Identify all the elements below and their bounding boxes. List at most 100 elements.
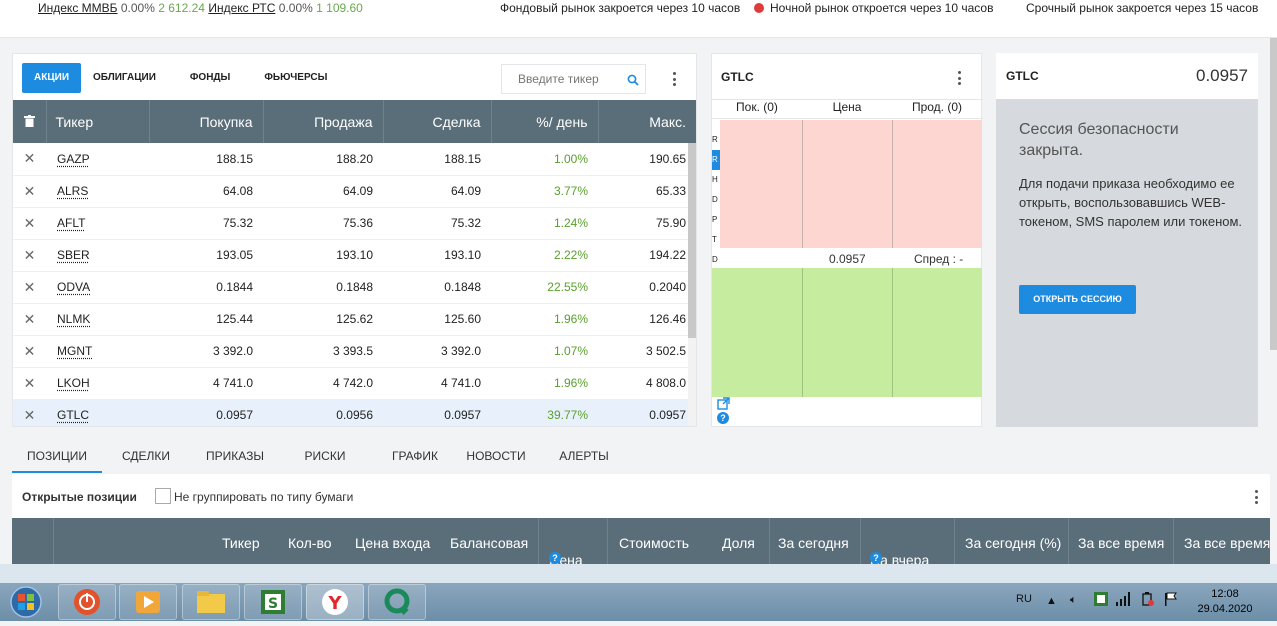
table-row[interactable]: ✕ SBER 193.05 193.10 193.10 2.22% 194.22 bbox=[13, 239, 696, 272]
taskbar-app-power[interactable] bbox=[58, 584, 116, 620]
tab-alerts[interactable]: АЛЕРТЫ bbox=[532, 441, 636, 473]
ticker-search-input[interactable] bbox=[502, 65, 612, 93]
table-row[interactable]: ✕ ALRS 64.08 64.09 64.09 3.77% 65.33 bbox=[13, 175, 696, 208]
cell-bid: 188.15 bbox=[149, 143, 263, 176]
col-ask[interactable]: Продажа bbox=[263, 100, 384, 143]
remove-row-icon[interactable]: ✕ bbox=[13, 303, 46, 336]
index-micex-pct: 0.00% bbox=[120, 1, 155, 15]
remove-row-icon[interactable]: ✕ bbox=[13, 399, 46, 426]
pos-col-all-time[interactable]: За все время bbox=[1078, 535, 1164, 551]
table-row[interactable]: ✕ MGNT 3 392.0 3 393.5 3 392.0 1.07% 3 502.5 bbox=[13, 335, 696, 368]
cell-max: 65.33 bbox=[598, 175, 696, 208]
no-group-checkbox[interactable] bbox=[155, 488, 171, 504]
help-icon[interactable]: ? bbox=[549, 552, 561, 564]
remove-row-icon[interactable]: ✕ bbox=[13, 271, 46, 304]
cell-ticker[interactable]: SBER bbox=[46, 239, 149, 272]
tray-app-icon[interactable] bbox=[1094, 592, 1108, 609]
watchlist-header-row: Тикер Покупка Продажа Сделка %/ день Мак… bbox=[13, 100, 696, 143]
cell-change: 1.00% bbox=[491, 143, 598, 176]
tab-positions[interactable]: ПОЗИЦИИ bbox=[12, 441, 102, 473]
taskbar-app-media[interactable] bbox=[119, 584, 177, 620]
night-market-status: Ночной рынок откроется через 10 часов bbox=[754, 1, 993, 15]
show-hidden-icons-icon[interactable]: ▲ bbox=[1046, 595, 1057, 607]
tab-trades[interactable]: СДЕЛКИ bbox=[102, 441, 190, 473]
tab-funds[interactable]: ФОНДЫ bbox=[168, 63, 252, 93]
table-row[interactable]: ✕ GTLC 0.0957 0.0956 0.0957 39.77% 0.0957 bbox=[13, 399, 696, 426]
table-row[interactable]: ✕ AFLT 75.32 75.36 75.32 1.24% 75.90 bbox=[13, 207, 696, 240]
pos-col-today[interactable]: За сегодня bbox=[778, 535, 849, 551]
index-micex-name[interactable]: Индекс ММВБ bbox=[38, 1, 118, 15]
cell-ticker[interactable]: AFLT bbox=[46, 207, 149, 240]
watchlist-scrollbar[interactable] bbox=[688, 143, 696, 426]
tab-chart[interactable]: ГРАФИК bbox=[370, 441, 460, 473]
table-row[interactable]: ✕ GAZP 188.15 188.20 188.15 1.00% 190.65 bbox=[13, 143, 696, 176]
pos-col-today-pct[interactable]: За сегодня (%) bbox=[965, 535, 1061, 551]
tab-news[interactable]: НОВОСТИ bbox=[460, 441, 532, 473]
tab-orders[interactable]: ПРИКАЗЫ bbox=[190, 441, 280, 473]
table-row[interactable]: ✕ ODVA 0.1844 0.1848 0.1848 22.55% 0.2040 bbox=[13, 271, 696, 304]
remove-row-icon[interactable]: ✕ bbox=[13, 207, 46, 240]
col-last[interactable]: Сделка bbox=[383, 100, 492, 143]
cell-ticker[interactable]: NLMK bbox=[46, 303, 149, 336]
orderbook-menu-icon[interactable] bbox=[957, 71, 961, 85]
cell-ticker[interactable]: LKOH bbox=[46, 367, 149, 400]
cell-ticker[interactable]: GTLC bbox=[46, 399, 149, 426]
power-icon[interactable] bbox=[1140, 592, 1154, 609]
pos-col-book-value[interactable]: Балансовая bbox=[450, 535, 528, 551]
table-row[interactable]: ✕ LKOH 4 741.0 4 742.0 4 741.0 1.96% 4 808.0 bbox=[13, 367, 696, 400]
remove-row-icon[interactable]: ✕ bbox=[13, 367, 46, 400]
page-scrollbar[interactable] bbox=[1270, 38, 1277, 350]
help-icon[interactable]: ? bbox=[870, 552, 882, 564]
cell-ticker[interactable]: MGNT bbox=[46, 335, 149, 368]
no-group-label[interactable]: Не группировать по типу бумаги bbox=[174, 490, 353, 504]
index-rts-pct: 0.00% bbox=[278, 1, 313, 15]
col-bid[interactable]: Покупка bbox=[149, 100, 264, 143]
table-row[interactable]: ✕ NLMK 125.44 125.62 125.60 1.96% 126.46 bbox=[13, 303, 696, 336]
taskbar-app-yandex[interactable]: Y bbox=[306, 584, 364, 620]
pos-col-qty[interactable]: Кол-во bbox=[288, 535, 332, 551]
start-button[interactable] bbox=[6, 583, 46, 621]
side-letter: R bbox=[712, 135, 718, 144]
tab-stocks[interactable]: АКЦИИ bbox=[22, 63, 82, 93]
search-icon[interactable] bbox=[627, 73, 639, 91]
pos-col-all-time-2[interactable]: За все время bbox=[1184, 535, 1270, 551]
action-center-flag-icon[interactable] bbox=[1164, 592, 1178, 609]
col-ticker[interactable]: Тикер bbox=[46, 100, 150, 143]
col-change[interactable]: %/ день bbox=[491, 100, 599, 143]
cell-change: 22.55% bbox=[491, 271, 598, 304]
taskbar-app-s[interactable]: S bbox=[244, 584, 302, 620]
remove-row-icon[interactable]: ✕ bbox=[13, 335, 46, 368]
futures-market-status: Срочный рынок закроется через 15 часов bbox=[1026, 1, 1259, 15]
tab-risks[interactable]: РИСКИ bbox=[280, 441, 370, 473]
remove-row-icon[interactable]: ✕ bbox=[13, 143, 46, 176]
language-indicator[interactable]: RU bbox=[1016, 593, 1032, 605]
system-clock[interactable]: 12:08 29.04.2020 bbox=[1190, 587, 1260, 617]
tab-bonds[interactable]: ОБЛИГАЦИИ bbox=[81, 63, 168, 93]
taskbar-app-explorer[interactable] bbox=[182, 584, 240, 620]
network-signal-icon[interactable] bbox=[1116, 592, 1130, 609]
positions-menu-icon[interactable] bbox=[1254, 490, 1258, 504]
side-letter[interactable]: R bbox=[712, 150, 720, 170]
help-icon[interactable]: ? bbox=[717, 412, 729, 424]
delete-all-icon[interactable] bbox=[13, 100, 47, 143]
orderbook-ask-area[interactable] bbox=[712, 268, 982, 397]
cell-ask: 75.36 bbox=[263, 207, 383, 240]
col-max[interactable]: Макс. bbox=[598, 100, 696, 143]
remove-row-icon[interactable]: ✕ bbox=[13, 239, 46, 272]
pos-col-ticker[interactable]: Тикер bbox=[222, 535, 260, 551]
volume-icon[interactable]: 🔈︎ bbox=[1070, 594, 1077, 607]
pos-col-share[interactable]: Доля bbox=[722, 535, 755, 551]
cell-ticker[interactable]: ALRS bbox=[46, 175, 149, 208]
remove-row-icon[interactable]: ✕ bbox=[13, 175, 46, 208]
taskbar-app-q[interactable] bbox=[368, 584, 426, 620]
watchlist-menu-icon[interactable] bbox=[672, 72, 676, 86]
orderbook-bid-area[interactable] bbox=[720, 120, 982, 248]
index-rts-name[interactable]: Индекс РТС bbox=[208, 1, 275, 15]
watchlist-scroll-thumb[interactable] bbox=[688, 143, 696, 338]
cell-ticker[interactable]: GAZP bbox=[46, 143, 149, 176]
pos-col-entry-price[interactable]: Цена входа bbox=[355, 535, 430, 551]
open-session-button[interactable]: ОТКРЫТЬ СЕССИЮ bbox=[1019, 285, 1136, 314]
cell-ticker[interactable]: ODVA bbox=[46, 271, 149, 304]
pos-col-cost[interactable]: Стоимость bbox=[619, 535, 689, 551]
tab-futures[interactable]: ФЬЮЧЕРСЫ bbox=[252, 63, 339, 93]
